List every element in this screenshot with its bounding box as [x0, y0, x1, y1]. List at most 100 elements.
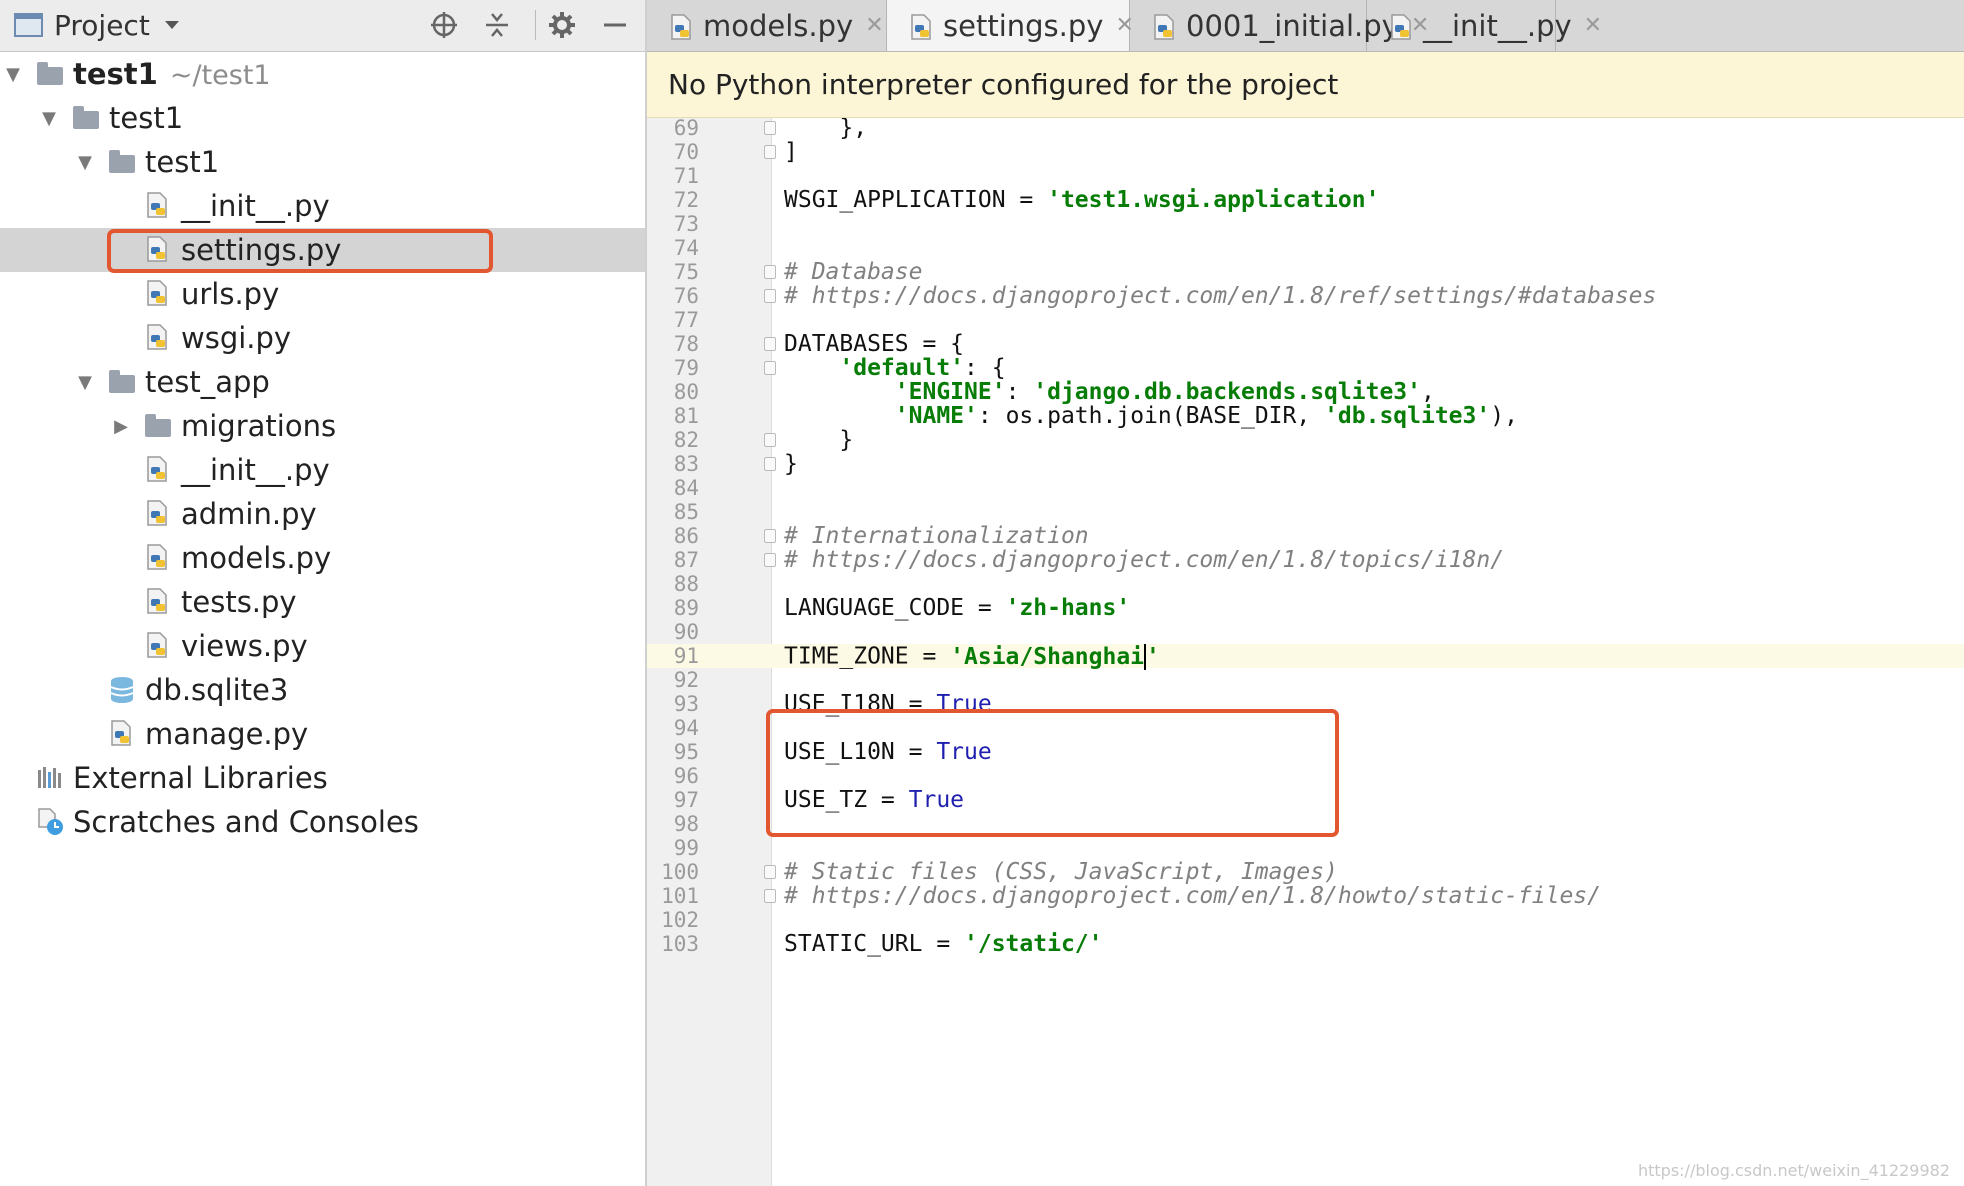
code-line[interactable]: 85: [647, 500, 1964, 524]
text-caret: [1144, 644, 1147, 670]
fold-marker-icon[interactable]: [764, 361, 776, 375]
locate-file-icon[interactable]: [430, 8, 458, 42]
fold-marker-icon[interactable]: [764, 145, 776, 159]
tree-item-external-libraries[interactable]: External Libraries: [0, 756, 645, 800]
code-line[interactable]: 73: [647, 212, 1964, 236]
tree-item-views-py[interactable]: views.py: [0, 624, 645, 668]
timezone-highlight-box: [766, 709, 1339, 837]
code-line[interactable]: 76 # https://docs.djangoproject.com/en/1.…: [647, 284, 1964, 308]
tree-item-label: urls.py: [181, 277, 280, 311]
line-number: 99: [673, 836, 699, 860]
close-icon[interactable]: ✕: [1584, 13, 1602, 38]
expand-arrow-down-icon[interactable]: ▼: [0, 52, 26, 96]
tree-item-wsgi-py[interactable]: wsgi.py: [0, 316, 645, 360]
close-icon[interactable]: ✕: [865, 13, 883, 38]
code-line[interactable]: 88: [647, 572, 1964, 596]
tree-item-test1[interactable]: ▼ test1 ~/test1: [0, 52, 645, 96]
tree-item-models-py[interactable]: models.py: [0, 536, 645, 580]
code-line[interactable]: 99: [647, 836, 1964, 860]
line-number: 76: [673, 284, 699, 308]
code-line[interactable]: 77: [647, 308, 1964, 332]
tree-item-init-py[interactable]: __init__.py: [0, 448, 645, 492]
code-line[interactable]: 86 # Internationalization: [647, 524, 1964, 548]
fold-marker-icon[interactable]: [764, 529, 776, 543]
code-line[interactable]: 74: [647, 236, 1964, 260]
line-number: 69: [673, 118, 699, 140]
fold-marker-icon[interactable]: [764, 457, 776, 471]
code-line[interactable]: 69 },: [647, 118, 1964, 140]
code-line[interactable]: 91 TIME_ZONE = 'Asia/Shanghai': [647, 643, 1964, 670]
code-line[interactable]: 72 WSGI_APPLICATION = 'test1.wsgi.applica…: [647, 188, 1964, 212]
tree-item-scratches-and-consoles[interactable]: Scratches and Consoles: [0, 800, 645, 844]
fold-marker-icon[interactable]: [764, 289, 776, 303]
code-line[interactable]: 80 'ENGINE': 'django.db.backends.sqlite3…: [647, 380, 1964, 404]
line-number: 78: [673, 332, 699, 356]
line-number: 90: [673, 620, 699, 644]
code-line[interactable]: 101 # https://docs.djangoproject.com/en/1…: [647, 884, 1964, 908]
code-text: TIME_ZONE = 'Asia/Shanghai': [784, 643, 1160, 670]
tree-item-init-py[interactable]: __init__.py: [0, 184, 645, 228]
tree-item-migrations[interactable]: ▶ migrations: [0, 404, 645, 448]
code-line[interactable]: 71: [647, 164, 1964, 188]
tree-item-admin-py[interactable]: admin.py: [0, 492, 645, 536]
tree-item-test1[interactable]: ▼ test1: [0, 140, 645, 184]
code-line[interactable]: 84: [647, 476, 1964, 500]
code-text: STATIC_URL = '/static/': [784, 931, 1103, 957]
project-view-title[interactable]: Project: [54, 8, 150, 42]
fold-marker-icon[interactable]: [764, 433, 776, 447]
code-line[interactable]: 103 STATIC_URL = '/static/': [647, 932, 1964, 956]
tree-item-urls-py[interactable]: urls.py: [0, 272, 645, 316]
tab-models-py[interactable]: models.py ✕: [647, 0, 887, 51]
tab-0001-initial-py[interactable]: 0001_initial.py ✕: [1130, 0, 1429, 51]
code-line[interactable]: 100 # Static files (CSS, JavaScript, Imag…: [647, 860, 1964, 884]
code-line[interactable]: 89 LANGUAGE_CODE = 'zh-hans': [647, 596, 1964, 620]
fold-marker-icon[interactable]: [764, 553, 776, 567]
tab-init-py[interactable]: __init__.py ✕: [1367, 0, 1602, 51]
tab-settings-py[interactable]: settings.py ✕: [887, 0, 1134, 51]
tree-item-label: views.py: [181, 629, 308, 663]
fold-marker-icon[interactable]: [764, 121, 776, 135]
collapse-all-icon[interactable]: [484, 8, 510, 42]
tree-item-tests-py[interactable]: tests.py: [0, 580, 645, 624]
tree-item-manage-py[interactable]: manage.py: [0, 712, 645, 756]
watermark: https://blog.csdn.net/weixin_41229982: [1637, 1161, 1950, 1180]
code-line[interactable]: 81 'NAME': os.path.join(BASE_DIR, 'db.sq…: [647, 404, 1964, 428]
line-number: 74: [673, 236, 699, 260]
code-text: 'ENGINE': 'django.db.backends.sqlite3',: [894, 379, 1435, 405]
code-text: WSGI_APPLICATION = 'test1.wsgi.applicati…: [784, 187, 1380, 213]
gear-icon[interactable]: [548, 8, 576, 42]
folder-icon: [109, 370, 135, 393]
code-line[interactable]: 83}: [647, 452, 1964, 476]
minimize-icon[interactable]: [603, 8, 627, 42]
tree-item-test1[interactable]: ▼ test1: [0, 96, 645, 140]
fold-marker-icon[interactable]: [764, 337, 776, 351]
fold-marker-icon[interactable]: [764, 865, 776, 879]
code-line[interactable]: 92: [647, 668, 1964, 692]
code-line[interactable]: 78 DATABASES = {: [647, 332, 1964, 356]
code-line[interactable]: 102: [647, 908, 1964, 932]
expand-arrow-down-icon[interactable]: ▼: [36, 96, 62, 140]
line-number: 87: [673, 548, 699, 572]
fold-marker-icon[interactable]: [764, 265, 776, 279]
expand-arrow-down-icon[interactable]: ▼: [72, 140, 98, 184]
expand-arrow-down-icon[interactable]: ▼: [72, 360, 98, 404]
code-line[interactable]: 90: [647, 620, 1964, 644]
code-editor[interactable]: 68 },69 },70]7172WSGI_APPLICATION = 'tes…: [647, 118, 1964, 1186]
code-text: },: [784, 118, 868, 141]
code-line[interactable]: 75 # Database: [647, 260, 1964, 284]
code-line[interactable]: 70]: [647, 140, 1964, 164]
line-number: 70: [673, 140, 699, 164]
code-line[interactable]: 87 # https://docs.djangoproject.com/en/1.…: [647, 548, 1964, 572]
chevron-down-icon[interactable]: [163, 8, 181, 42]
tree-item-label: admin.py: [181, 497, 317, 531]
python-file-icon: [145, 192, 171, 218]
line-number: 83: [673, 452, 699, 476]
code-line[interactable]: 79 'default': {: [647, 356, 1964, 380]
folder-icon: [73, 106, 99, 129]
code-line[interactable]: 82 }: [647, 428, 1964, 452]
tree-item-db-sqlite3[interactable]: db.sqlite3: [0, 668, 645, 712]
project-path: ~/test1: [169, 60, 271, 91]
fold-marker-icon[interactable]: [764, 889, 776, 903]
expand-arrow-right-icon[interactable]: ▶: [108, 404, 134, 448]
tree-item-test-app[interactable]: ▼ test_app: [0, 360, 645, 404]
